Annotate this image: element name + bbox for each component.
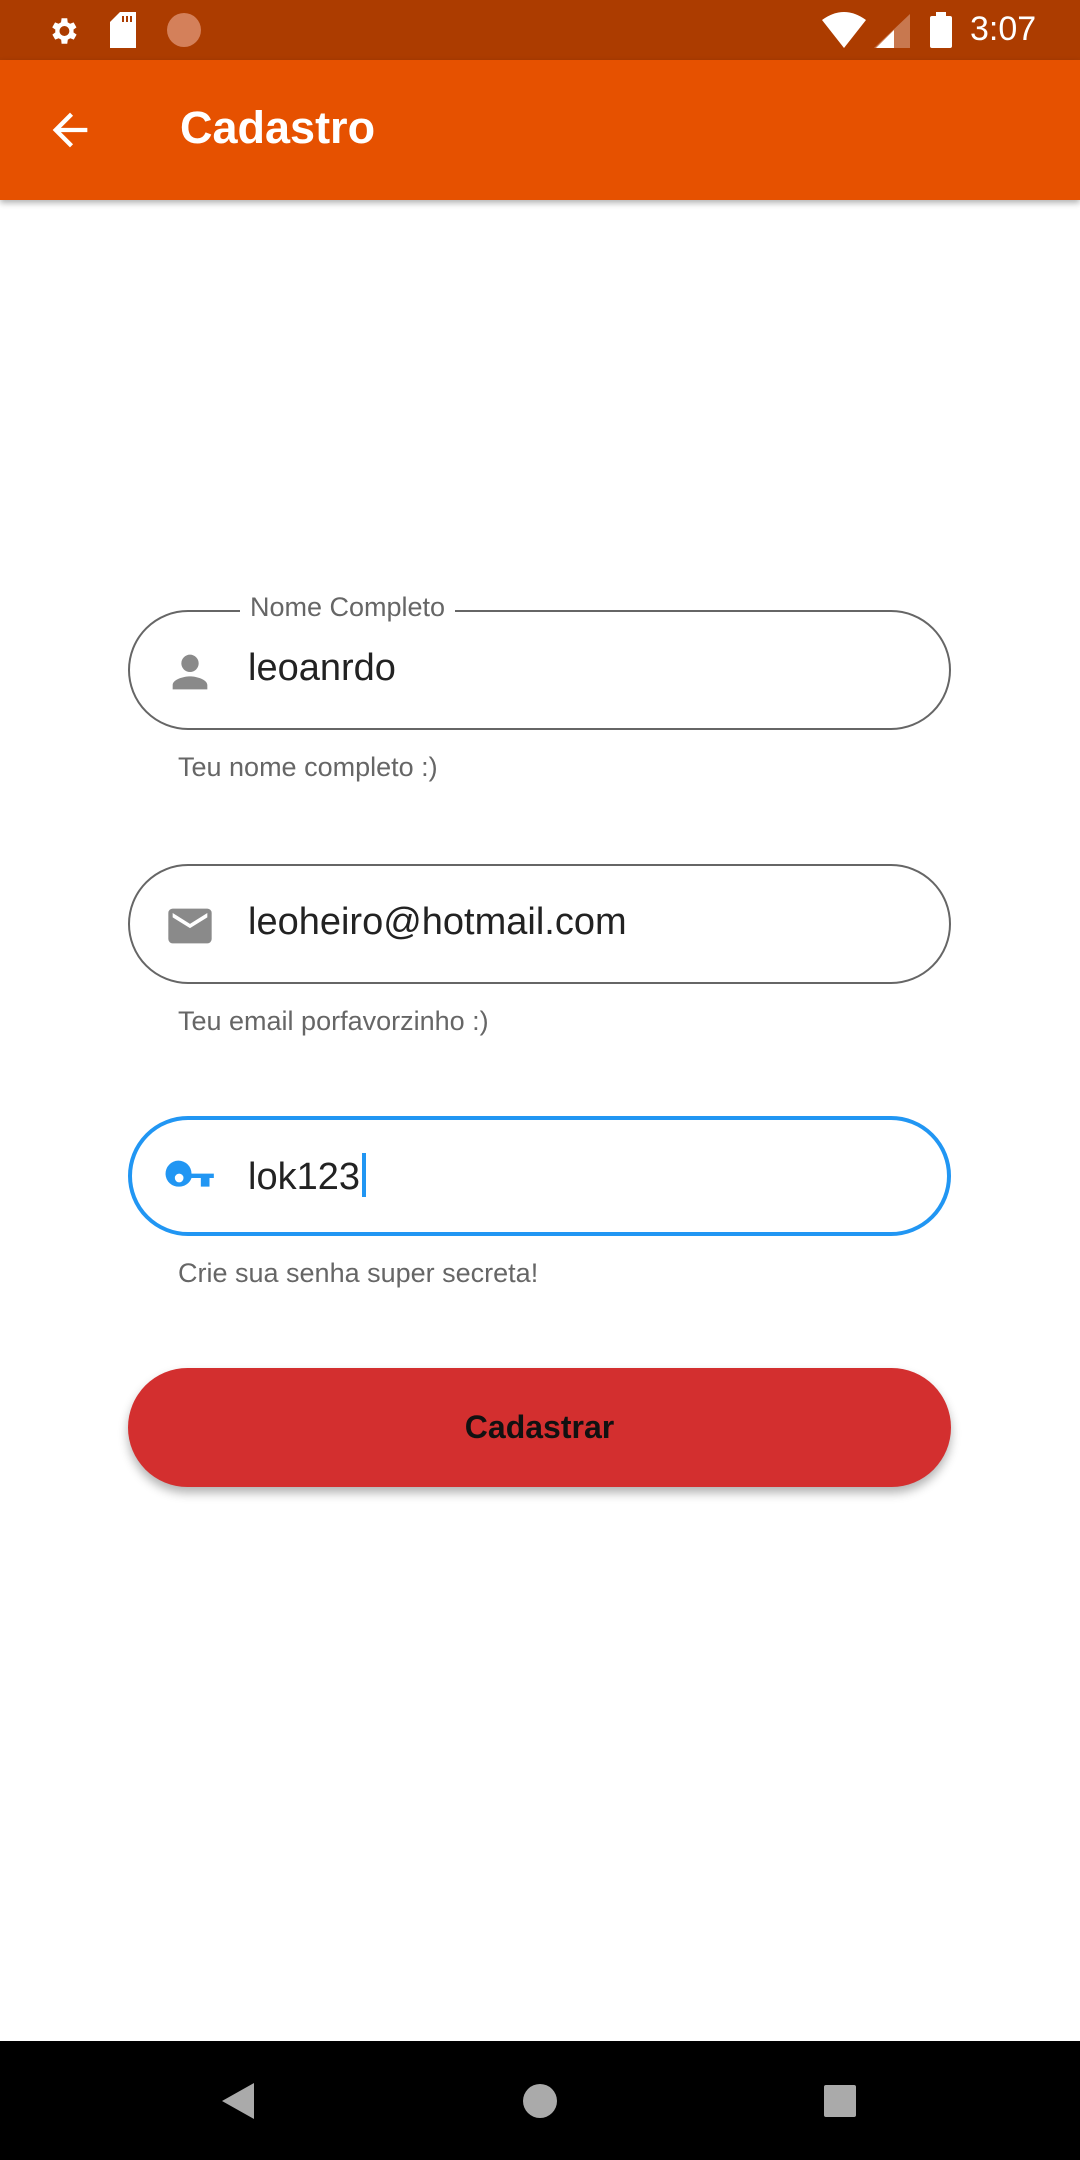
cadastrar-button[interactable]: Cadastrar	[128, 1368, 951, 1487]
name-field-label: Nome Completo	[240, 592, 456, 623]
name-field[interactable]: Nome Completo leoanrdo	[128, 592, 951, 730]
home-circle-icon[interactable]	[522, 2083, 558, 2119]
wifi-icon	[822, 12, 866, 48]
key-icon	[165, 1160, 214, 1187]
navigation-bar	[0, 2041, 1080, 2160]
battery-icon	[930, 12, 952, 48]
recents-square-icon[interactable]	[824, 2085, 856, 2117]
settings-icon	[52, 18, 77, 44]
sd-card-icon	[110, 12, 136, 48]
email-helper: Teu email porfavorzinho :)	[178, 1006, 489, 1036]
status-time: 3:07	[970, 10, 1037, 48]
password-field[interactable]: lok123	[128, 1116, 951, 1236]
password-input[interactable]: lok123	[248, 1153, 366, 1199]
name-helper: Teu nome completo :)	[178, 752, 438, 782]
email-field[interactable]: leoheiro@hotmail.com	[128, 864, 951, 984]
sync-icon	[167, 13, 201, 47]
signal-icon	[874, 14, 910, 48]
arrow-back-icon[interactable]	[44, 104, 96, 156]
status-bar: 3:07	[0, 0, 1080, 60]
page-title: Cadastro	[180, 102, 376, 153]
mail-icon	[168, 908, 212, 944]
text-cursor	[361, 1153, 366, 1197]
email-input[interactable]: leoheiro@hotmail.com	[248, 901, 627, 944]
name-input[interactable]: leoanrdo	[248, 647, 396, 690]
password-value: lok123	[248, 1156, 360, 1198]
person-icon	[172, 654, 208, 690]
app-bar: Cadastro	[0, 60, 1080, 200]
password-helper: Crie sua senha super secreta!	[178, 1258, 539, 1288]
back-triangle-icon[interactable]	[222, 2083, 254, 2119]
